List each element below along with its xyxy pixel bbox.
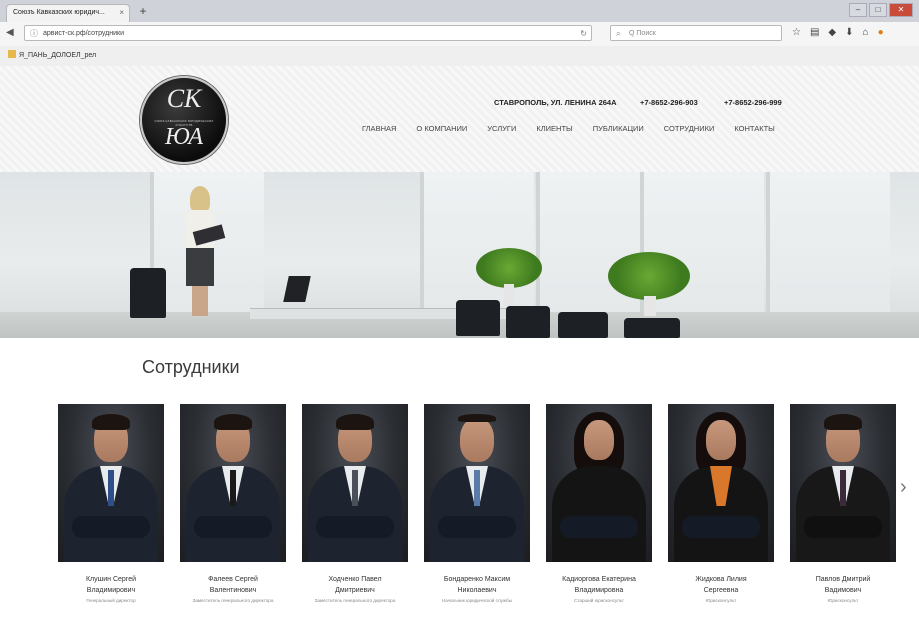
search-input[interactable]: ⌕ Q Поиск <box>610 25 782 41</box>
plant-image <box>476 248 542 288</box>
staff-role: Юрисконсульт <box>705 598 737 603</box>
minimize-button[interactable]: – <box>849 3 867 17</box>
menu-item-staff[interactable]: СОТРУДНИКИ <box>664 124 715 133</box>
bookmark-favicon-icon <box>8 50 16 58</box>
menu-item-publications[interactable]: ПУБЛИКАЦИИ <box>593 124 644 133</box>
staff-role: Старший юрисконсульт <box>574 598 624 603</box>
staff-role: Заместитель генерального директора <box>192 598 274 603</box>
next-arrow-icon[interactable]: › <box>900 476 907 499</box>
bookmarks-icon[interactable]: ▤ <box>810 27 819 38</box>
logo-bottom-text: ЮА <box>164 124 204 150</box>
maximize-button[interactable]: □ <box>869 3 887 17</box>
star-icon[interactable]: ☆ <box>792 27 801 38</box>
close-window-button[interactable]: ✕ <box>889 3 913 17</box>
plant-image <box>608 252 690 300</box>
menu-item-services[interactable]: УСЛУГИ <box>487 124 516 133</box>
menu-item-clients[interactable]: КЛИЕНТЫ <box>536 124 572 133</box>
staff-card[interactable]: Жидкова Лилия Сергеевна Юрисконсульт <box>668 404 774 604</box>
office-chair <box>624 318 680 338</box>
company-logo[interactable]: СК СОЮЗ КАВКАЗСКИХ ЮРИДИЧЕСКИХ АГЕНТСТВ … <box>140 76 228 164</box>
address-text: СТАВРОПОЛЬ, УЛ. ЛЕНИНА 264А <box>494 98 617 107</box>
plant-pot <box>644 296 656 316</box>
nav-bar: ◀ ⓘ арвист-ск.рф/сотрудники ↻ ⌕ Q Поиск … <box>0 22 919 46</box>
search-placeholder: Q Поиск <box>629 30 656 37</box>
browser-tab[interactable]: Союзъ Кавказских юридич... × <box>6 4 130 22</box>
tab-strip: Союзъ Кавказских юридич... × + – □ ✕ <box>0 0 919 22</box>
page-title: Сотрудники <box>142 357 240 377</box>
woman-with-folder-image <box>176 186 226 316</box>
staff-card[interactable]: Ходченко Павел Дмитриевич Заместитель ген… <box>302 404 408 604</box>
hero-banner <box>0 172 919 338</box>
download-icon[interactable]: ⬇ <box>845 27 853 38</box>
staff-name: Клушин Сергей Владимирович <box>85 576 137 594</box>
staff-role: Генеральный директор <box>86 598 136 603</box>
new-tab-button[interactable]: + <box>136 5 150 19</box>
staff-card[interactable]: Клушин Сергей Владимирович Генеральный ди… <box>58 404 164 604</box>
staff-name: Павлов Дмитрий Вадимович <box>815 576 871 594</box>
tab-title: Союзъ Кавказских юридич... <box>13 9 105 16</box>
logo-top-text: СК <box>166 84 202 113</box>
close-tab-icon[interactable]: × <box>119 5 124 21</box>
staff-role: Заместитель генерального директора <box>314 598 396 603</box>
staff-name: Фалеев Сергей Валентинович <box>208 576 258 594</box>
site-header: СК СОЮЗ КАВКАЗСКИХ ЮРИДИЧЕСКИХ АГЕНТСТВ … <box>0 66 919 172</box>
staff-name: Кадиоргова Екатерина Владимировна <box>562 576 636 594</box>
back-icon[interactable]: ◀ <box>6 27 14 38</box>
staff-name: Бондаренко Максим Николаевич <box>443 576 511 594</box>
bookmarks-bar: Я_ПАНЬ_ДОЛОЕЛ_рел <box>0 46 919 66</box>
staff-card[interactable]: Павлов Дмитрий Вадимович Юрисконсульт <box>790 404 896 604</box>
reload-icon[interactable]: ↻ <box>580 26 587 41</box>
home-icon[interactable]: ⌂ <box>863 27 869 38</box>
url-bar[interactable]: ⓘ арвист-ск.рф/сотрудники ↻ <box>24 25 592 41</box>
url-text: арвист-ск.рф/сотрудники <box>43 30 124 37</box>
staff-photo <box>790 404 896 562</box>
search-icon: ⌕ <box>616 29 621 38</box>
extension-icon[interactable]: ● <box>878 27 884 38</box>
browser-chrome: Союзъ Кавказских юридич... × + – □ ✕ ◀ ⓘ… <box>0 0 919 67</box>
staff-card[interactable]: Кадиоргова Екатерина Владимировна Старший… <box>546 404 652 604</box>
office-chair <box>506 306 550 338</box>
pocket-icon[interactable]: ◆ <box>828 27 836 38</box>
bookmark-label: Я_ПАНЬ_ДОЛОЕЛ_рел <box>19 52 97 59</box>
conference-table <box>250 308 550 319</box>
staff-name: Жидкова Лилия Сергеевна <box>695 576 747 594</box>
menu-item-home[interactable]: ГЛАВНАЯ <box>362 124 396 133</box>
info-icon[interactable]: ⓘ <box>30 26 38 41</box>
office-chair <box>130 268 166 318</box>
menu-item-about[interactable]: О КОМПАНИИ <box>416 124 467 133</box>
main-menu: ГЛАВНАЯ О КОМПАНИИ УСЛУГИ КЛИЕНТЫ ПУБЛИК… <box>362 124 795 133</box>
staff-role: Юрисконсульт <box>827 598 859 603</box>
staff-photo <box>302 404 408 562</box>
phone-1[interactable]: +7-8652-296-903 <box>640 98 698 107</box>
staff-photo <box>180 404 286 562</box>
staff-photo <box>546 404 652 562</box>
office-chair <box>558 312 608 338</box>
phone-2[interactable]: +7-8652-296-999 <box>724 98 782 107</box>
staff-photo <box>58 404 164 562</box>
window-controls: – □ ✕ <box>849 3 913 17</box>
menu-item-contacts[interactable]: КОНТАКТЫ <box>734 124 774 133</box>
staff-role: Начальник юридической службы <box>441 598 513 603</box>
staff-card[interactable]: Бондаренко Максим Николаевич Начальник юр… <box>424 404 530 604</box>
bookmark-item[interactable]: Я_ПАНЬ_ДОЛОЕЛ_рел <box>8 50 96 59</box>
plant-pot <box>504 284 514 306</box>
staff-photo <box>668 404 774 562</box>
staff-name: Ходченко Павел Дмитриевич <box>328 576 382 594</box>
toolbar-icons: ☆ ▤ ◆ ⬇ ⌂ ● <box>792 27 884 38</box>
staff-photo <box>424 404 530 562</box>
office-chair <box>456 300 500 336</box>
laptop-image <box>283 276 311 302</box>
staff-card[interactable]: Фалеев Сергей Валентинович Заместитель ге… <box>180 404 286 604</box>
